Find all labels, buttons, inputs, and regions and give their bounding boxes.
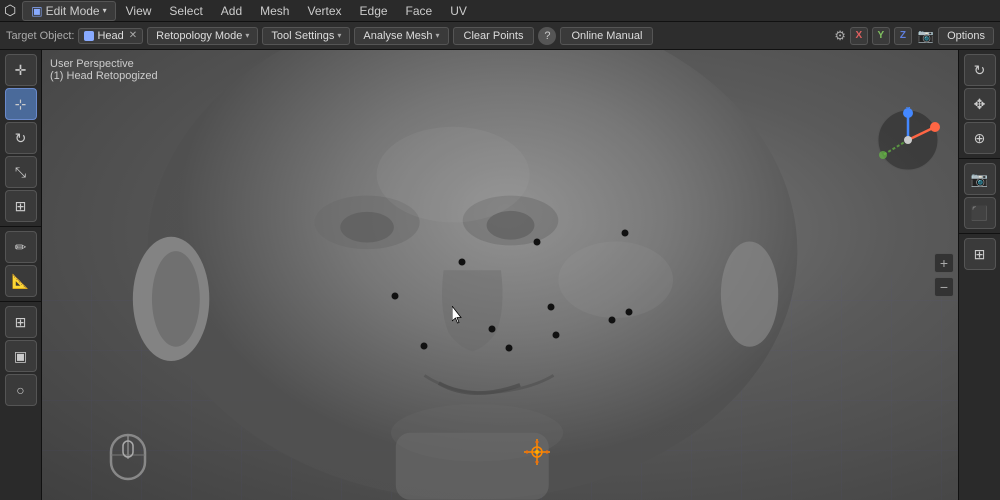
analyse-mesh-dropdown[interactable]: Analyse Mesh ▾ [354,27,448,45]
right-toolbar-separator [959,158,1000,159]
vertex-menu[interactable]: Vertex [299,2,349,20]
mouse-icon-svg [107,427,149,482]
sphere-tool-btn[interactable]: ○ [5,374,37,406]
head-model-svg [42,50,958,500]
top-menu-bar: ⬡ ▣ Edit Mode ▾ View Select Add Mesh Ver… [0,0,1000,22]
snap-icon[interactable]: ⚙ [834,28,846,44]
right-toolbar: ↻ ✥ ⊕ 📷 ⬛ ⊞ [958,50,1000,500]
view-pan-btn[interactable]: ✥ [964,88,996,120]
y-axis-btn[interactable]: Y [872,27,890,45]
cursor-tool-btn[interactable]: ✛ [5,54,37,86]
header-bar: Target Object: Head ✕ Retopology Mode ▾ … [0,22,1000,50]
target-object-label: Target Object: [6,30,74,42]
target-object-icon [84,31,94,41]
edit-mode-icon: ▣ [31,4,42,18]
svg-text:Z: Z [906,106,911,115]
gizmo-svg: Z [873,105,943,175]
view-zoom-btn[interactable]: ⊕ [964,122,996,154]
origin-marker [522,437,552,470]
online-manual-label: Online Manual [571,30,642,42]
viewport[interactable]: User Perspective (1) Head Retopogized Z [42,50,958,500]
uv-menu[interactable]: UV [442,2,475,20]
online-manual-button[interactable]: Online Manual [560,27,653,45]
camera-icon[interactable]: 📷 [918,28,934,44]
retopology-mode-label: Retopology Mode [156,30,242,42]
header-right-controls: ⚙ X Y Z 📷 Options [834,27,994,45]
tool-settings-arrow: ▾ [337,31,341,40]
clear-points-label: Clear Points [464,30,524,42]
tool-settings-dropdown[interactable]: Tool Settings ▾ [262,27,350,45]
face-menu[interactable]: Face [398,2,441,20]
retopology-mode-dropdown[interactable]: Retopology Mode ▾ [147,27,258,45]
edge-menu[interactable]: Edge [352,2,396,20]
move-tool-btn[interactable]: ⊹ [5,88,37,120]
mesh-menu[interactable]: Mesh [252,2,297,20]
left-toolbar: ✛ ⊹ ↻ ⤡ ⊞ ✏ 📐 ⊞ ▣ ○ [0,50,42,500]
select-menu[interactable]: Select [161,2,210,20]
zoom-in-btn[interactable]: + [934,253,954,273]
scale-tool-btn[interactable]: ⤡ [5,156,37,188]
target-close-icon[interactable]: ✕ [129,30,137,41]
toolbar-separator-1 [0,226,41,227]
render-btn[interactable]: ⬛ [964,197,996,229]
cube-tool-btn[interactable]: ▣ [5,340,37,372]
viewport-nav-right: + − [930,249,958,301]
right-toolbar-separator-2 [959,233,1000,234]
navigation-gizmo[interactable]: Z [873,105,943,175]
transform-tool-btn[interactable]: ⊞ [5,190,37,222]
view-menu[interactable]: View [118,2,160,20]
target-object-name: Head [97,30,123,42]
camera-view-btn[interactable]: 📷 [964,163,996,195]
zoom-out-btn[interactable]: − [934,277,954,297]
analyse-mesh-arrow: ▾ [436,31,440,40]
retopology-mode-arrow: ▾ [245,31,249,40]
grid-tool-btn[interactable]: ⊞ [5,306,37,338]
blender-logo: ⬡ [4,2,16,19]
target-object-selector[interactable]: Head ✕ [78,28,143,44]
x-axis-btn[interactable]: X [850,27,868,45]
tool-settings-label: Tool Settings [271,30,334,42]
clear-points-button[interactable]: Clear Points [453,27,535,45]
mode-selector[interactable]: ▣ Edit Mode ▾ [22,1,115,21]
measure-tool-btn[interactable]: 📐 [5,265,37,297]
mouse-icon [107,427,149,482]
z-axis-btn[interactable]: Z [894,27,912,45]
annotate-tool-btn[interactable]: ✏ [5,231,37,263]
main-area: ✛ ⊹ ↻ ⤡ ⊞ ✏ 📐 ⊞ ▣ ○ [0,50,1000,500]
layers-btn[interactable]: ⊞ [964,238,996,270]
add-menu[interactable]: Add [213,2,250,20]
help-circle-icon[interactable]: ? [538,27,556,45]
rotate-tool-btn[interactable]: ↻ [5,122,37,154]
view-orbit-btn[interactable]: ↻ [964,54,996,86]
analyse-mesh-label: Analyse Mesh [363,30,432,42]
origin-marker-svg [522,437,552,467]
toolbar-separator-2 [0,301,41,302]
mode-dropdown-arrow: ▾ [103,6,107,15]
options-button[interactable]: Options [938,27,994,45]
